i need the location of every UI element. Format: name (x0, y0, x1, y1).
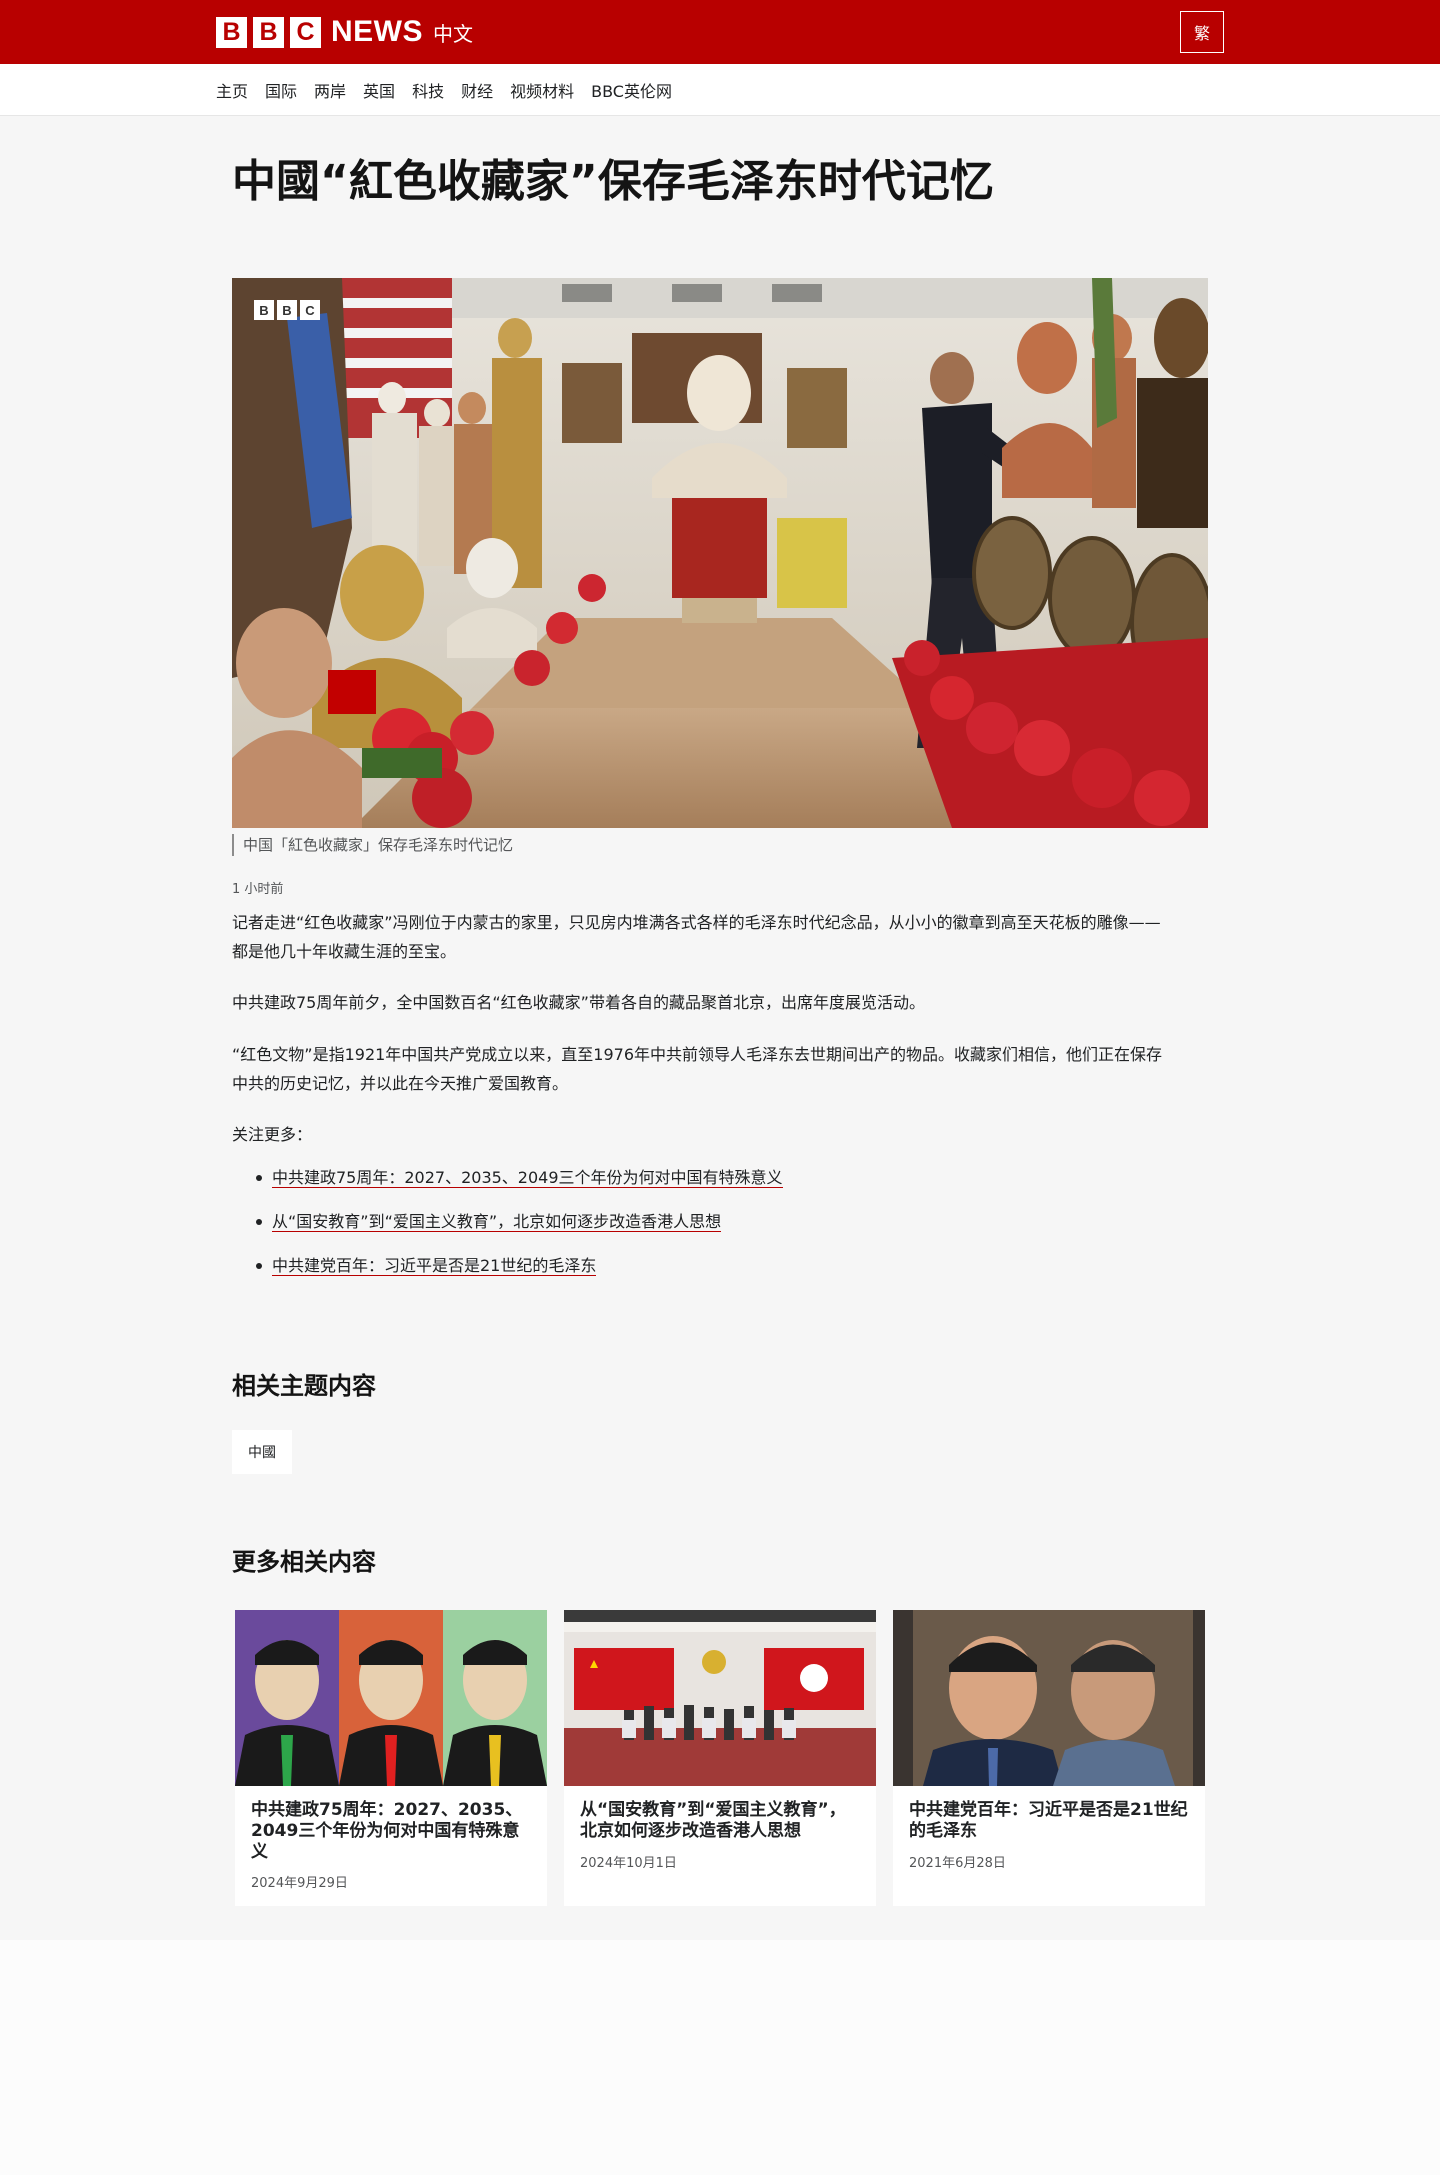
nav-item-cross-strait[interactable]: 两岸 (314, 78, 346, 102)
card-date: 2024年10月1日 (580, 1856, 677, 1871)
article-headline: 中國“紅色收藏家”保存毛泽东时代记忆 (232, 156, 994, 207)
article-paragraph: 记者走进“红色收藏家”冯刚位于内蒙古的家里，只见房内堆满各式各样的毛泽东时代纪念… (232, 913, 1161, 961)
nav-item-uk[interactable]: 英国 (363, 78, 395, 102)
related-cards: 中共建政75周年：2027、2035、2049三个年份为何对中国有特殊意义 20… (235, 1610, 1205, 1906)
watermark-letter: C (300, 300, 320, 320)
article-paragraph: “红色文物”是指1921年中国共产党成立以来，直至1976年中共前领导人毛泽东去… (232, 1045, 1163, 1093)
list-item: 从“国安教育”到“爱国主义教育”，北京如何逐步改造香港人思想 (232, 1208, 1172, 1252)
card-title: 中共建政75周年：2027、2035、2049三个年份为何对中国有特殊意义 (251, 1800, 523, 1862)
logo-news-text: NEWS (331, 15, 423, 48)
list-item: 中共建党百年：习近平是否是21世纪的毛泽东 (232, 1252, 1172, 1296)
main-nav: 主页 国际 两岸 英国 科技 财经 视频材料 BBC英伦网 (0, 64, 1440, 116)
list-item: 中共建政75周年：2027、2035、2049三个年份为何对中国有特殊意义 (232, 1164, 1172, 1208)
nav-item-video[interactable]: 视频材料 (510, 78, 574, 102)
related-topics-heading: 相关主题内容 (232, 1372, 376, 1400)
article-timestamp: 1 小时前 (232, 882, 284, 897)
card-image-art (235, 1610, 547, 1786)
bbc-news-logo[interactable]: B B C NEWS 中文 (216, 15, 473, 48)
article-paragraph: 关注更多： (232, 1125, 313, 1144)
nav-item-home[interactable]: 主页 (216, 78, 248, 102)
card-image (893, 1610, 1205, 1786)
watermark-letter: B (254, 300, 274, 320)
video-play-marker[interactable] (328, 670, 376, 714)
logo-letter: B (253, 16, 284, 48)
article-paragraph: 中共建政75周年前夕，全中国数百名“红色收藏家”带着各自的藏品聚首北京，出席年度… (232, 993, 925, 1012)
card-title: 从“国安教育”到“爱国主义教育”，北京如何逐步改造香港人思想 (580, 1800, 846, 1841)
nav-list: 主页 国际 两岸 英国 科技 财经 视频材料 BBC英伦网 (216, 64, 689, 116)
hero-bbc-watermark: B B C (254, 300, 323, 320)
card-date: 2021年6月28日 (909, 1856, 1006, 1871)
topic-tag-china[interactable]: 中國 (232, 1430, 292, 1474)
related-card[interactable]: 中共建党百年：习近平是否是21世纪的毛泽东 2021年6月28日 (893, 1610, 1205, 1906)
traditional-chinese-toggle-button[interactable]: 繁 (1180, 11, 1224, 53)
logo-letter: C (290, 16, 321, 48)
article-main: 中國“紅色收藏家”保存毛泽东时代记忆 B B C 中国「紅色收藏家」保存毛泽东时… (0, 116, 1440, 1940)
watermark-letter: B (277, 300, 297, 320)
nav-item-international[interactable]: 国际 (265, 78, 297, 102)
related-card[interactable]: 中共建政75周年：2027、2035、2049三个年份为何对中国有特殊意义 20… (235, 1610, 547, 1906)
card-image (235, 1610, 547, 1786)
more-related-heading: 更多相关内容 (232, 1548, 376, 1576)
footer-area (0, 1940, 1440, 2175)
page: B B C NEWS 中文 繁 主页 国际 两岸 英国 科技 财经 视频材料 B… (0, 0, 1440, 2175)
card-image-art (564, 1610, 876, 1786)
hero-image (232, 278, 1208, 828)
nav-item-bbc-uk-china[interactable]: BBC英伦网 (591, 78, 672, 102)
related-link[interactable]: 中共建政75周年：2027、2035、2049三个年份为何对中国有特殊意义 (272, 1168, 783, 1188)
card-date: 2024年9月29日 (251, 1876, 348, 1891)
card-title: 中共建党百年：习近平是否是21世纪的毛泽东 (909, 1800, 1188, 1841)
logo-chinese-text: 中文 (433, 21, 473, 46)
related-link[interactable]: 从“国安教育”到“爱国主义教育”，北京如何逐步改造香港人思想 (272, 1212, 722, 1232)
nav-item-finance[interactable]: 财经 (461, 78, 493, 102)
card-image-art (893, 1610, 1205, 1786)
hero-video[interactable]: B B C (232, 278, 1208, 828)
top-bar: B B C NEWS 中文 繁 (0, 0, 1440, 64)
card-image (564, 1610, 876, 1786)
logo-letter: B (216, 16, 247, 48)
nav-item-tech[interactable]: 科技 (412, 78, 444, 102)
related-links-list: 中共建政75周年：2027、2035、2049三个年份为何对中国有特殊意义 从“… (232, 1164, 1172, 1296)
related-card[interactable]: 从“国安教育”到“爱国主义教育”，北京如何逐步改造香港人思想 2024年10月1… (564, 1610, 876, 1906)
related-link[interactable]: 中共建党百年：习近平是否是21世纪的毛泽东 (272, 1256, 597, 1276)
hero-caption: 中国「紅色收藏家」保存毛泽东时代记忆 (232, 834, 513, 856)
